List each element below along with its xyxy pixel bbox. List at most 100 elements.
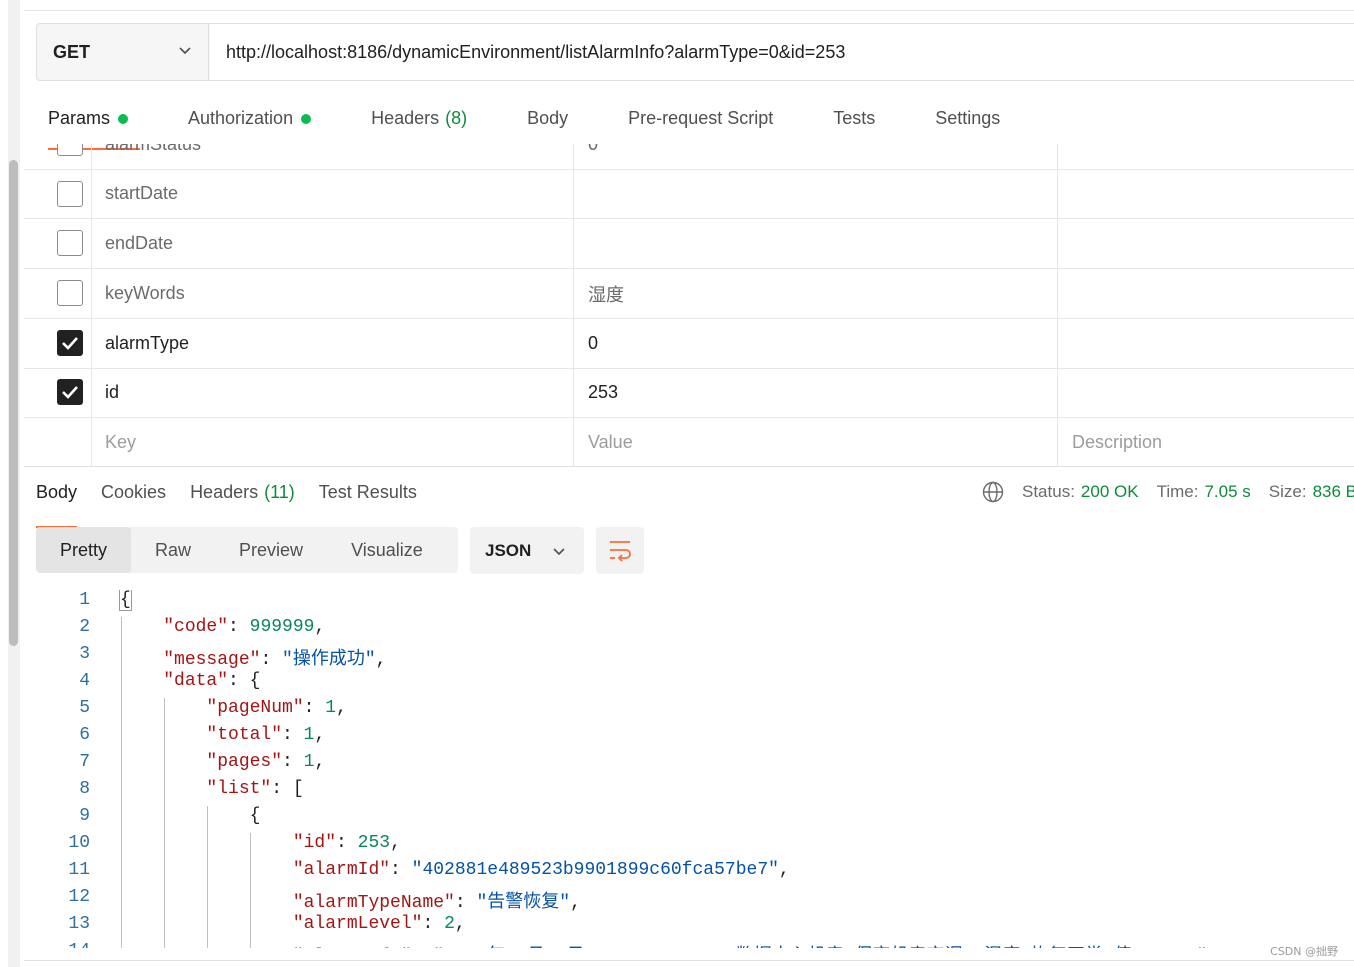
code-text: "alarmLevel": 2, — [292, 914, 466, 934]
param-description[interactable] — [1058, 219, 1354, 268]
size-value[interactable]: 836 B — [1313, 482, 1354, 502]
param-checkbox[interactable] — [57, 144, 83, 156]
method-select[interactable]: GET — [37, 24, 209, 80]
table-row: startDate — [24, 169, 1354, 219]
response-status: Status: 200 OK Time: 7.05 s Size: 836 B — [982, 478, 1354, 506]
size-label: Size: — [1268, 482, 1307, 501]
param-key[interactable]: startDate — [91, 169, 574, 218]
request-url-bar: GET http://localhost:8186/dynamicEnviron… — [36, 23, 1354, 81]
line-number: 8 — [79, 779, 90, 799]
table-row: id 253 — [24, 368, 1354, 418]
param-value[interactable]: 0 — [574, 319, 1058, 368]
code-text: "pages": 1, — [206, 752, 326, 772]
tab-cookies[interactable]: Cookies — [101, 478, 166, 518]
table-row: alarmType 0 — [24, 319, 1354, 369]
watermark: CSDN @拙野 — [1270, 945, 1338, 958]
code-text: "data": { — [163, 671, 261, 691]
param-description[interactable] — [1058, 368, 1354, 417]
code-text: "alarmInfo": "2023年07月23日 09:01:58.155 数… — [120, 941, 1208, 948]
param-description[interactable] — [1058, 169, 1354, 218]
param-checkbox[interactable] — [57, 181, 83, 207]
tab-response-body[interactable]: Body — [36, 478, 78, 528]
table-row: endDate — [24, 219, 1354, 269]
tab-headers[interactable]: Headers (8) — [359, 100, 479, 144]
indent-guide — [164, 698, 165, 948]
tab-settings[interactable]: Settings — [923, 100, 1012, 144]
code-text: "message": "操作成功", — [163, 650, 387, 670]
response-tabs: Body Cookies Headers (11) Test Results — [36, 478, 441, 528]
tab-response-headers[interactable]: Headers (11) — [190, 478, 295, 518]
indent-guide — [250, 833, 251, 948]
tab-body[interactable]: Body — [515, 100, 580, 144]
view-visualize[interactable]: Visualize — [327, 527, 447, 573]
chevron-down-icon — [179, 47, 191, 55]
chevron-down-icon — [553, 548, 565, 556]
tab-authorization[interactable]: Authorization — [176, 100, 323, 144]
table-row-empty: Key Value Description — [24, 418, 1354, 466]
code-text: "code": 999999, — [163, 617, 326, 637]
url-input[interactable]: http://localhost:8186/dynamicEnvironment… — [210, 24, 1354, 80]
wrap-lines-icon — [610, 541, 631, 562]
status-value[interactable]: 200 OK — [1081, 482, 1139, 502]
param-checkbox-checked[interactable] — [57, 379, 83, 405]
indent-guide — [121, 617, 122, 948]
response-body-code[interactable]: 1 {2 "code": 999999, 3 "message": "操作成功", 4… — [36, 590, 1354, 948]
tab-pre-request-script[interactable]: Pre-request Script — [616, 100, 785, 144]
page-scrollbar-thumb[interactable] — [9, 160, 18, 646]
line-number: 11 — [68, 860, 90, 880]
param-value[interactable] — [574, 169, 1058, 218]
param-value[interactable]: 0 — [574, 144, 1058, 169]
code-text: "total": 1, — [206, 725, 326, 745]
param-value[interactable] — [574, 219, 1058, 268]
code-text: "alarmId": "402881e489523b9901899c60fca5… — [292, 860, 790, 880]
code-text: { — [120, 806, 261, 826]
param-checkbox[interactable] — [57, 280, 83, 306]
method-label: GET — [53, 41, 91, 62]
new-param-key-input[interactable]: Key — [91, 418, 574, 466]
param-key[interactable]: alarmType — [91, 319, 574, 368]
tab-test-results[interactable]: Test Results — [319, 478, 417, 518]
param-description[interactable] — [1058, 269, 1354, 318]
param-value[interactable]: 253 — [574, 368, 1058, 417]
tab-params[interactable]: Params — [36, 100, 141, 150]
view-preview[interactable]: Preview — [215, 527, 327, 573]
line-number: 9 — [79, 806, 90, 826]
line-number: 13 — [68, 914, 90, 934]
time-label: Time: — [1156, 482, 1199, 501]
table-row: alarmStatus 0 — [24, 144, 1354, 170]
wrap-lines-button[interactable] — [596, 527, 644, 574]
code-text: "pageNum": 1, — [206, 698, 347, 718]
bottom-divider — [24, 960, 1354, 961]
param-description[interactable] — [1058, 319, 1354, 368]
view-pretty[interactable]: Pretty — [36, 527, 132, 573]
param-key[interactable]: endDate — [91, 219, 574, 268]
param-value[interactable]: 湿度 — [574, 269, 1058, 318]
indent-guide — [207, 806, 208, 948]
line-number: 12 — [68, 887, 90, 907]
line-number: 2 — [79, 617, 90, 637]
new-param-value-input[interactable]: Value — [574, 418, 1058, 466]
code-text: { — [119, 590, 132, 611]
format-label: JSON — [485, 540, 532, 560]
param-key[interactable]: alarmStatus — [91, 144, 574, 169]
code-text: "alarmTypeName": "告警恢复", — [292, 893, 581, 913]
time-value[interactable]: 7.05 s — [1204, 482, 1250, 502]
request-tabs: Params Authorization Headers (8) Body Pre… — [36, 100, 1048, 150]
checkmark-icon — [62, 386, 78, 399]
active-dot-icon — [118, 114, 129, 124]
format-select[interactable]: JSON — [470, 527, 584, 574]
new-param-description-input[interactable]: Description — [1058, 418, 1354, 466]
line-number: 6 — [79, 725, 90, 745]
param-checkbox[interactable] — [57, 230, 83, 256]
params-table: alarmStatus 0 startDate endDate keyWords… — [24, 144, 1354, 467]
globe-icon[interactable] — [982, 481, 1004, 503]
table-row: keyWords 湿度 — [24, 269, 1354, 319]
param-key[interactable]: id — [91, 368, 574, 417]
tab-tests[interactable]: Tests — [821, 100, 887, 144]
param-key[interactable]: keyWords — [91, 269, 574, 318]
param-description[interactable] — [1058, 144, 1354, 169]
line-number: 3 — [79, 644, 90, 664]
active-dot-icon — [301, 114, 312, 124]
view-raw[interactable]: Raw — [131, 527, 215, 573]
param-checkbox-checked[interactable] — [57, 330, 83, 356]
